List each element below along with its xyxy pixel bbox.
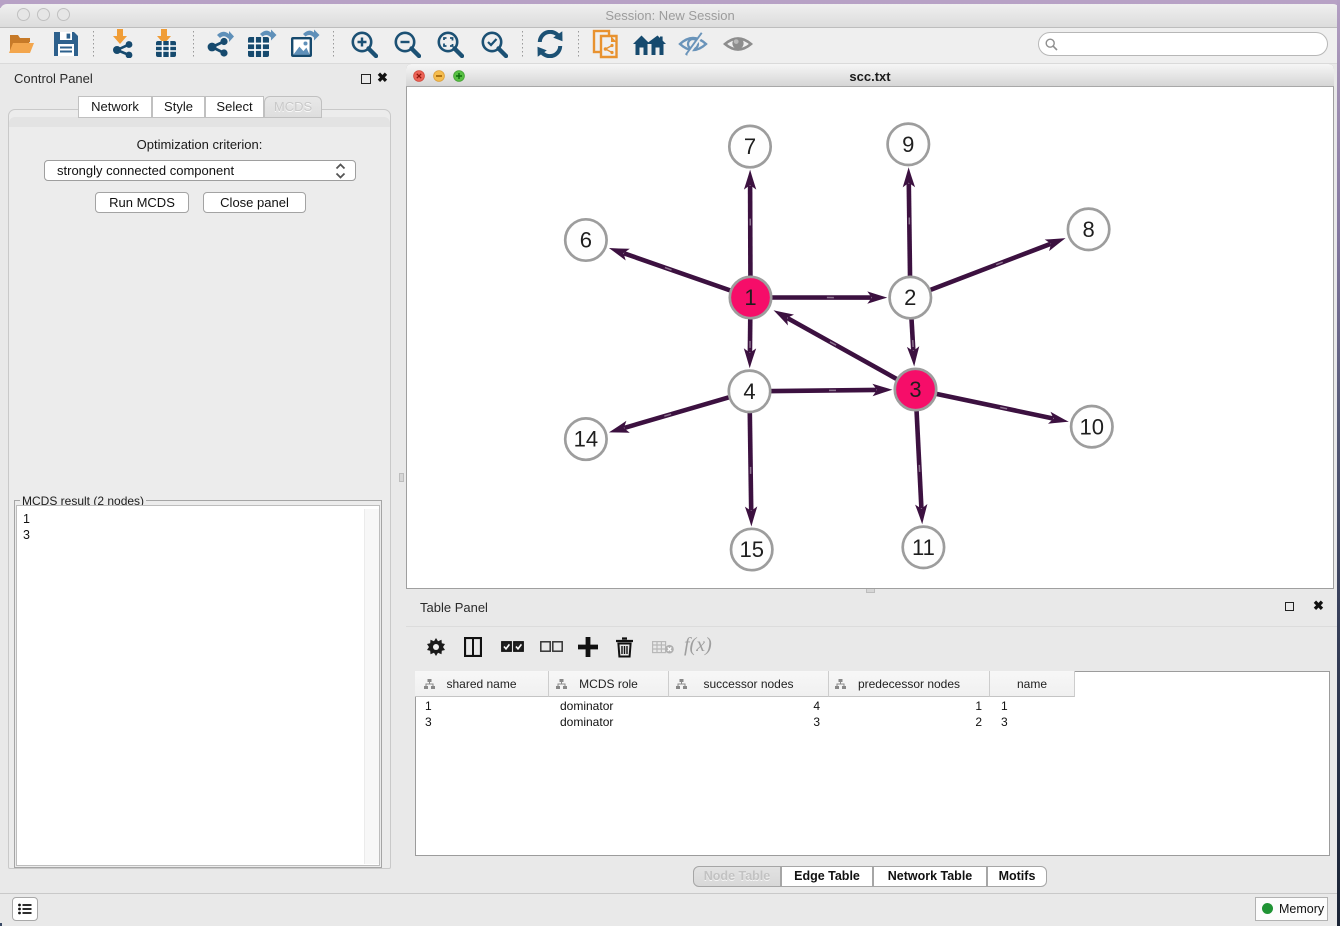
svg-text:7: 7 (744, 134, 756, 159)
svg-text:11: 11 (912, 535, 935, 560)
svg-text:15: 15 (739, 537, 763, 562)
svg-text:6: 6 (580, 228, 592, 253)
svg-text:9: 9 (902, 132, 914, 157)
svg-text:10: 10 (1080, 414, 1104, 439)
svg-text:8: 8 (1082, 217, 1094, 242)
svg-text:2: 2 (904, 285, 916, 310)
svg-text:4: 4 (743, 379, 755, 404)
svg-text:3: 3 (909, 377, 921, 402)
svg-text:14: 14 (574, 427, 598, 452)
svg-text:1: 1 (744, 285, 756, 310)
